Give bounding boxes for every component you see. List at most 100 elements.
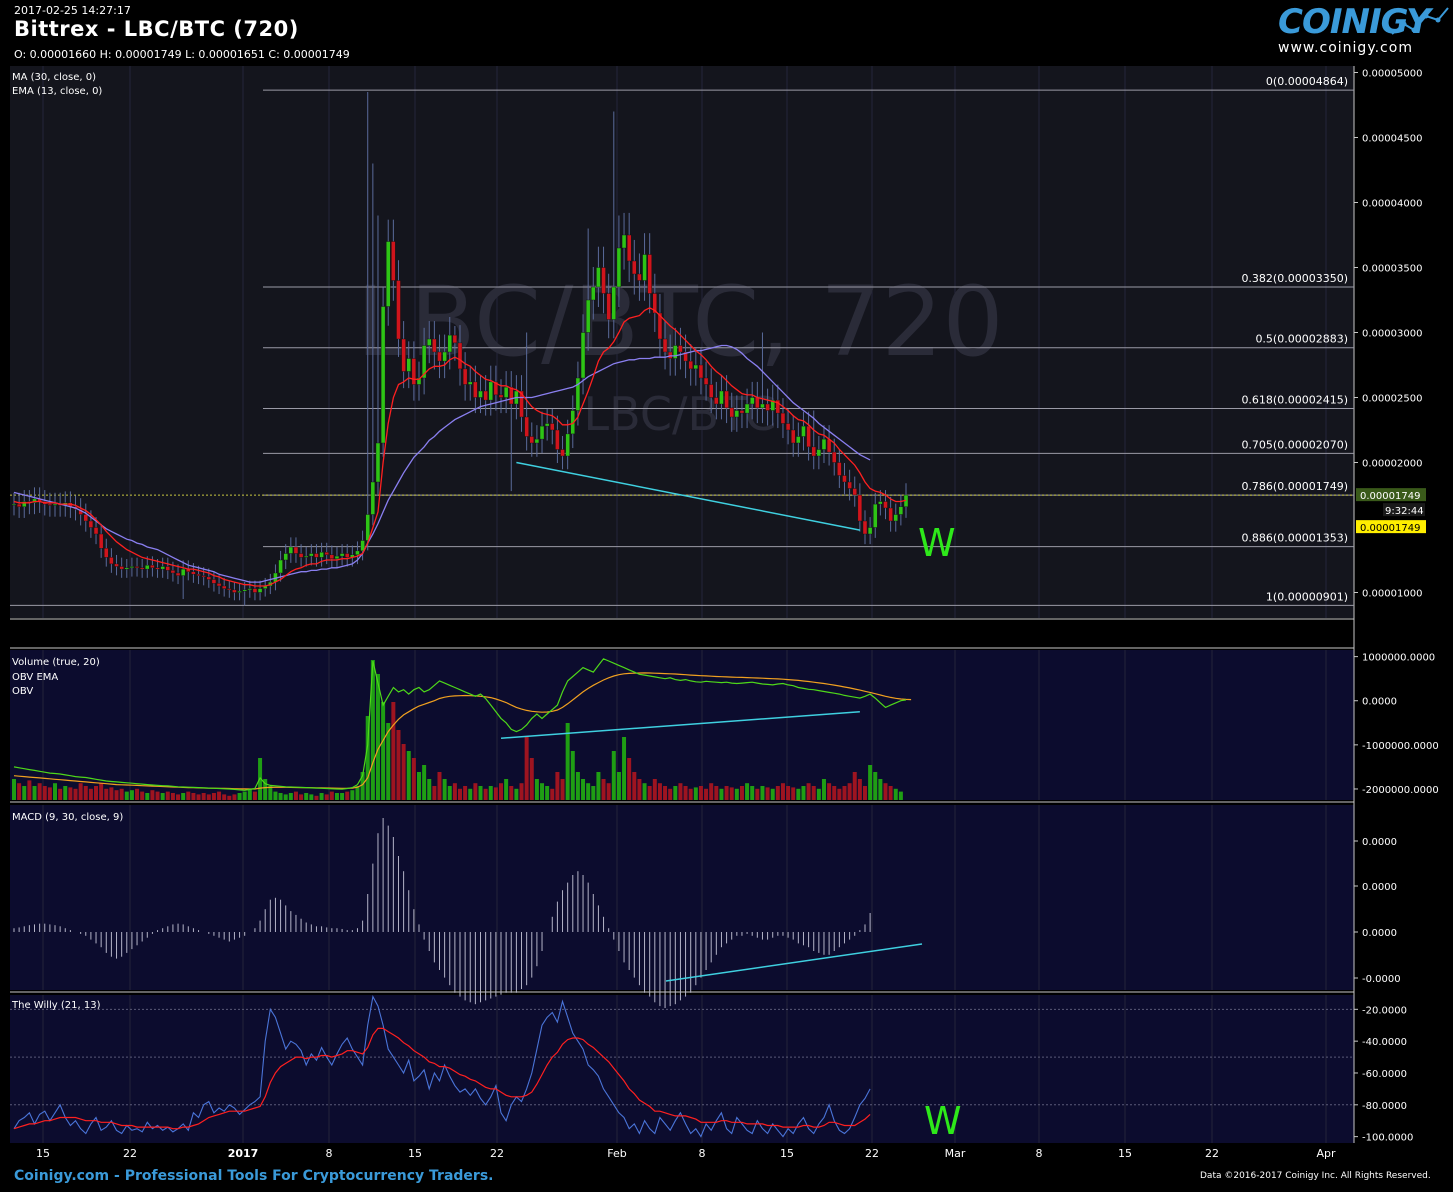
candle-body — [611, 286, 616, 320]
candle-body — [801, 425, 806, 437]
volume-bar — [847, 783, 852, 800]
candle-body — [462, 368, 468, 385]
volume-bar — [724, 786, 729, 800]
candle-body — [175, 572, 181, 576]
candle-body — [150, 565, 155, 569]
volume-bar — [181, 793, 186, 800]
indicator-legend: OBV EMA — [12, 672, 58, 683]
volume-bar — [170, 793, 175, 800]
candle-body — [124, 567, 129, 570]
candle-body — [873, 503, 878, 528]
x-tick-label: 2017 — [228, 1147, 259, 1160]
candle-body — [83, 514, 88, 522]
fib-level-label: 0.382(0.00003350) — [1241, 272, 1348, 285]
candle-body — [145, 565, 150, 570]
chart-area[interactable]: 15 22 2017 8 15 22 Feb 8 15 22 Mar 8 15 22 AprLBC/BTC,… — [0, 0, 1453, 1192]
volume-bar — [898, 791, 903, 800]
candle-body — [221, 585, 227, 589]
y-tick-label: -40.0000 — [1362, 1037, 1407, 1048]
footer-tagline[interactable]: Coinigy.com - Professional Tools For Cry… — [14, 1168, 493, 1184]
y-tick-label: -2000000.0000 — [1362, 785, 1439, 796]
volume-bar — [314, 795, 319, 800]
volume-bar — [504, 779, 509, 800]
candle-body — [427, 338, 432, 346]
volume-bar — [862, 786, 867, 800]
x-tick-label: 8 — [326, 1147, 333, 1160]
candle-body — [437, 351, 442, 362]
candle-body — [139, 567, 145, 570]
fib-level-label: 0.5(0.00002883) — [1255, 333, 1348, 346]
candle-body — [298, 553, 304, 558]
volume-bar — [519, 783, 524, 800]
volume-bar — [714, 786, 719, 800]
candle-body — [755, 397, 760, 409]
volume-bar — [27, 780, 32, 800]
volume-bar — [83, 786, 88, 800]
volume-bar — [596, 772, 601, 800]
candle-body — [345, 553, 350, 558]
volume-bar — [319, 793, 324, 800]
candle-body — [565, 433, 570, 457]
volume-bar — [688, 788, 693, 800]
candle-body — [242, 589, 247, 592]
volume-bar — [160, 793, 165, 800]
volume-bar — [734, 788, 739, 800]
volume-bar — [622, 737, 627, 800]
y-tick-label: 1000000.0000 — [1362, 653, 1435, 664]
volume-bar — [488, 786, 493, 800]
candle-body — [678, 345, 683, 353]
candle-body — [380, 306, 386, 444]
candle-body — [155, 567, 160, 570]
candle-body — [365, 514, 370, 541]
volume-bar — [145, 793, 150, 800]
x-tick-label: 15 — [36, 1147, 50, 1160]
volume-bar — [791, 787, 796, 800]
candle-body — [529, 436, 534, 444]
x-tick-label: 22 — [123, 1147, 137, 1160]
volume-bar — [37, 783, 42, 800]
volume-bar — [663, 786, 668, 800]
candle-body — [898, 506, 904, 515]
volume-bar — [683, 786, 688, 800]
volume-bar — [545, 786, 550, 800]
volume-bar — [422, 765, 427, 800]
volume-bar — [868, 765, 873, 800]
volume-bar — [58, 788, 63, 800]
candle-body — [339, 553, 345, 557]
candle-body — [826, 438, 832, 453]
volume-bar — [657, 783, 662, 800]
candle-body — [88, 520, 94, 528]
candle-body — [816, 449, 822, 457]
y-tick-label: 0.00005000 — [1362, 69, 1422, 80]
price-tag-label: 0.00001749 — [1360, 523, 1420, 534]
volume-bar — [222, 794, 227, 800]
candle-body — [852, 488, 857, 496]
x-tick-label: 22 — [490, 1147, 504, 1160]
fib-level-label: 0.705(0.00002070) — [1241, 438, 1348, 451]
y-tick-label: -20.0000 — [1362, 1005, 1407, 1016]
candle-body — [201, 575, 206, 578]
volume-bar — [340, 793, 345, 800]
candle-body — [739, 410, 745, 414]
y-tick-label: 0.00003000 — [1362, 329, 1422, 340]
candle-body — [806, 425, 811, 448]
volume-bar — [750, 786, 755, 800]
volume-bar — [396, 730, 401, 800]
candle-body — [857, 494, 863, 522]
volume-bar — [211, 793, 216, 800]
y-tick-label: 0.00003500 — [1362, 264, 1422, 275]
volume-bar — [201, 793, 206, 800]
candle-body — [304, 555, 309, 558]
volume-bar — [129, 790, 134, 800]
candle-body — [442, 351, 447, 362]
volume-bar — [698, 786, 703, 800]
candle-body — [744, 403, 750, 414]
y-tick-label: 0.0000 — [1362, 837, 1397, 848]
volume-bar — [627, 758, 632, 800]
candle-body — [688, 360, 693, 370]
candle-body — [129, 566, 135, 568]
candle-body — [309, 553, 314, 557]
candle-body — [283, 553, 288, 561]
volume-bar — [242, 791, 247, 800]
volume-bar — [135, 788, 140, 800]
